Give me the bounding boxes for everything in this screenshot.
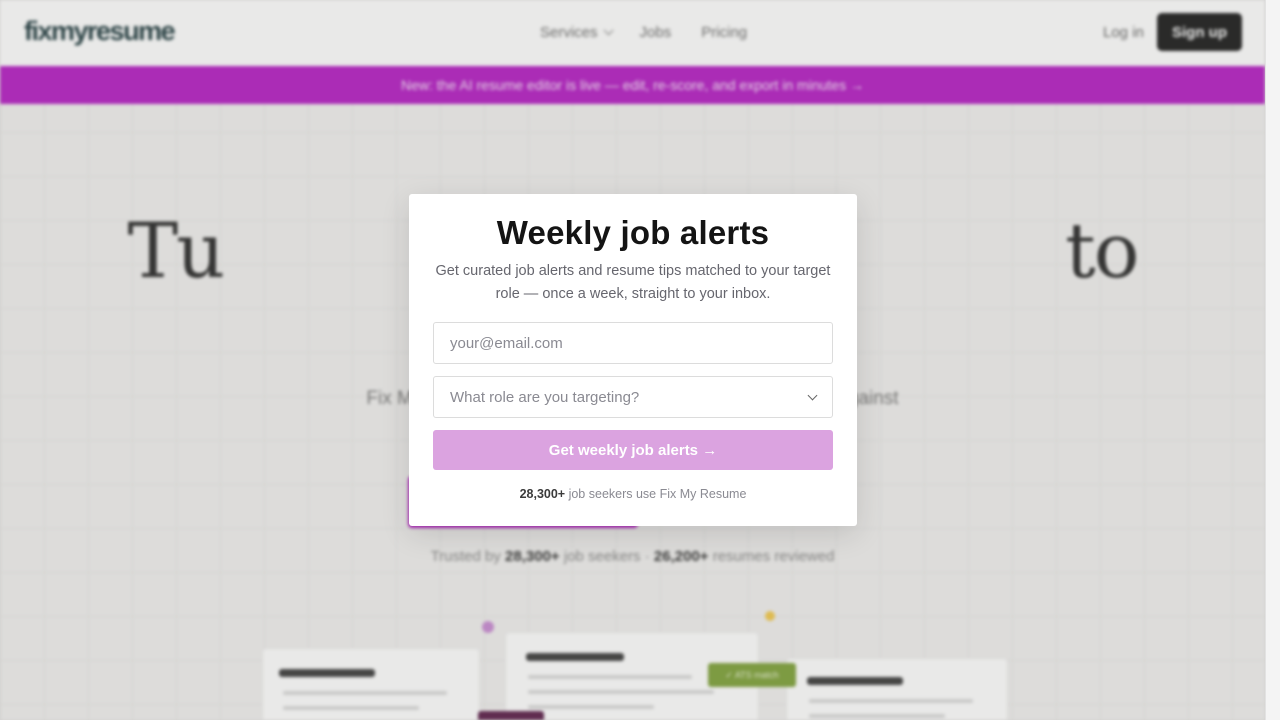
role-select[interactable]: What role are you targeting? xyxy=(433,376,833,418)
modal-title: Weekly job alerts xyxy=(496,214,770,251)
role-select-label: What role are you targeting? xyxy=(450,389,640,406)
social-proof-count: 28,300+ xyxy=(519,487,566,501)
email-field-wrapper xyxy=(433,322,833,364)
chevron-down-icon xyxy=(807,390,818,401)
job-alerts-modal: Weekly job alerts Get curated job alerts… xyxy=(409,194,857,526)
modal-description: Get curated job alerts and resume tips m… xyxy=(435,263,831,302)
social-proof-text: job seekers use Fix My Resume xyxy=(565,487,747,501)
social-proof: 28,300+ job seekers use Fix My Resume xyxy=(409,487,857,501)
submit-button[interactable]: Get weekly job alerts → xyxy=(433,430,833,470)
email-field[interactable] xyxy=(434,323,832,363)
page-scrollbar[interactable] xyxy=(1265,0,1280,720)
